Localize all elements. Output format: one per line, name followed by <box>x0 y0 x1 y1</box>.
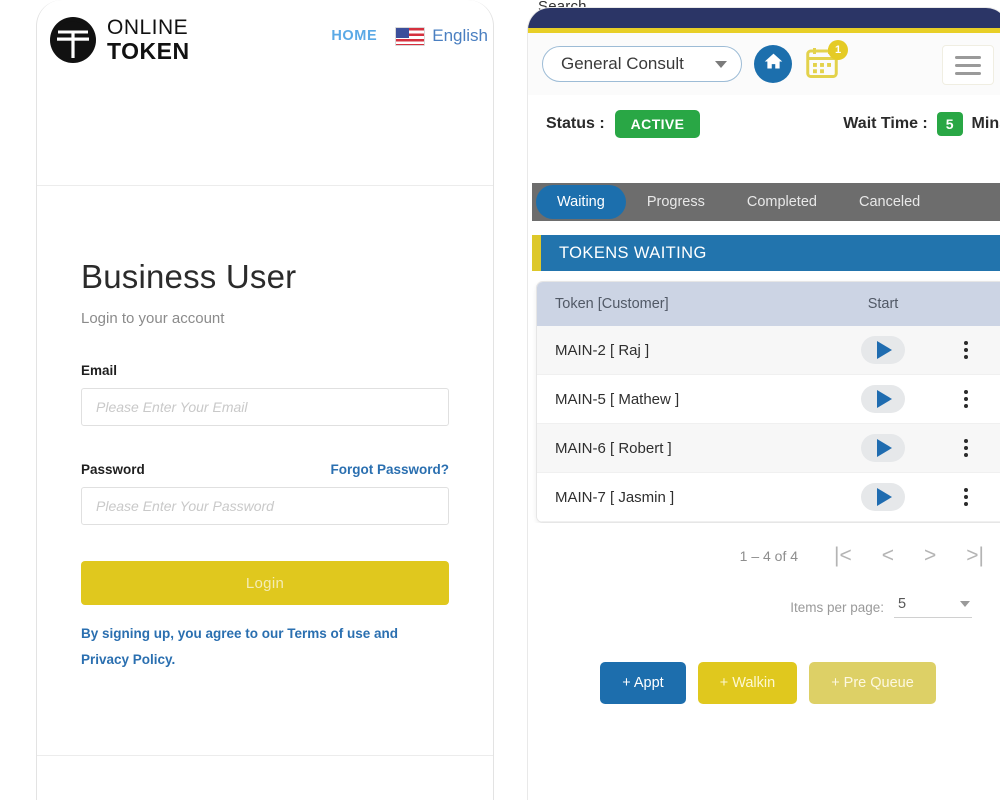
items-per-page-value: 5 <box>898 596 906 612</box>
us-flag-icon <box>395 27 425 46</box>
password-input[interactable] <box>81 487 449 525</box>
start-cell <box>823 483 943 511</box>
pagination-range: 1 – 4 of 4 <box>740 548 798 564</box>
add-walkin-button[interactable]: + Walkin <box>698 662 797 704</box>
email-label: Email <box>81 363 449 378</box>
department-value: General Consult <box>561 54 684 74</box>
prev-page-icon[interactable]: < <box>882 545 894 566</box>
app-toolbar: General Consult <box>528 33 1000 95</box>
start-cell <box>823 336 943 364</box>
toolbar-spacer <box>528 153 1000 183</box>
home-button[interactable] <box>754 45 792 83</box>
first-page-icon[interactable]: |< <box>834 545 852 566</box>
nav-home-link[interactable]: HOME <box>331 28 377 44</box>
status-badge: ACTIVE <box>615 110 701 138</box>
banner-title: TOKENS WAITING <box>559 244 707 263</box>
paginator: 1 – 4 of 4 |< < > >| Items per page: 5 <box>528 523 1000 618</box>
play-icon[interactable] <box>861 434 905 462</box>
tab-completed[interactable]: Completed <box>726 185 838 219</box>
kebab-menu-icon[interactable] <box>943 439 989 457</box>
brand-line-token: TOKEN <box>107 40 190 63</box>
last-page-icon[interactable]: >| <box>966 545 984 566</box>
pagination-arrows: |< < > >| <box>834 545 984 566</box>
tokens-table: Token [Customer] Start MAIN-2 [ Raj ] MA… <box>536 281 1000 523</box>
language-label: English <box>432 26 488 46</box>
token-label: MAIN-5 [ Mathew ] <box>555 391 823 408</box>
next-page-icon[interactable]: > <box>924 545 936 566</box>
wait-time-value: 5 <box>937 112 963 136</box>
calendar-button[interactable]: 1 <box>804 45 842 83</box>
password-label: Password <box>81 462 145 477</box>
items-per-page-select[interactable]: 5 <box>894 596 972 618</box>
status-tabs: Waiting Progress Completed Canceled <box>532 183 1000 221</box>
table-row[interactable]: MAIN-2 [ Raj ] <box>537 326 1000 375</box>
token-label: MAIN-2 [ Raj ] <box>555 342 823 359</box>
brand-logo: ONLINE TOKEN <box>47 14 190 66</box>
tab-canceled[interactable]: Canceled <box>838 185 941 219</box>
wait-time-group: Wait Time : 5 Mins <box>843 112 1000 136</box>
chevron-down-icon <box>960 601 970 607</box>
brand-line-online: ONLINE <box>107 17 190 38</box>
password-field-block: Password Forgot Password? <box>81 462 449 525</box>
table-header-row: Token [Customer] Start <box>537 282 1000 326</box>
chevron-down-icon <box>715 61 727 68</box>
screenshot-root: ONLINE TOKEN HOME English Business User … <box>0 0 1000 800</box>
terms-and-privacy-text[interactable]: By signing up, you agree to our Terms of… <box>81 621 449 674</box>
app-navy-bar <box>528 8 1000 28</box>
wait-time-unit: Mins <box>972 115 1000 133</box>
status-label: Status : <box>546 115 605 133</box>
table-row[interactable]: MAIN-6 [ Robert ] <box>537 424 1000 473</box>
token-logo-icon <box>47 14 99 66</box>
wait-time-label: Wait Time : <box>843 115 927 133</box>
login-form: Business User Login to your account Emai… <box>37 186 493 674</box>
top-nav: HOME English <box>331 26 494 46</box>
department-select[interactable]: General Consult <box>542 46 742 82</box>
tokens-waiting-banner: TOKENS WAITING <box>532 235 1000 271</box>
add-pre-queue-button[interactable]: + Pre Queue <box>809 662 936 704</box>
login-header: ONLINE TOKEN HOME English <box>37 0 493 186</box>
forgot-password-link[interactable]: Forgot Password? <box>330 462 449 477</box>
tab-waiting[interactable]: Waiting <box>536 185 626 219</box>
email-field-block: Email <box>81 363 449 426</box>
queue-app-panel: General Consult <box>528 8 1000 800</box>
kebab-menu-icon[interactable] <box>943 341 989 359</box>
email-input[interactable] <box>81 388 449 426</box>
start-cell <box>823 434 943 462</box>
items-per-page-label: Items per page: <box>790 600 884 615</box>
login-button[interactable]: Login <box>81 561 449 605</box>
status-row: Status : ACTIVE Wait Time : 5 Mins <box>528 95 1000 153</box>
language-selector[interactable]: English <box>395 26 494 46</box>
play-icon[interactable] <box>861 483 905 511</box>
start-cell <box>823 385 943 413</box>
add-appointment-button[interactable]: + Appt <box>600 662 686 704</box>
footer-divider <box>37 755 493 756</box>
action-buttons: + Appt + Walkin + Pre Queue <box>528 618 1000 704</box>
column-header-start: Start <box>823 296 943 312</box>
login-panel: ONLINE TOKEN HOME English Business User … <box>36 0 494 800</box>
calendar-icon <box>804 68 840 85</box>
home-icon <box>763 51 784 77</box>
kebab-menu-icon[interactable] <box>943 390 989 408</box>
page-subtitle: Login to your account <box>81 310 449 327</box>
hamburger-menu-icon[interactable] <box>942 45 994 85</box>
token-label: MAIN-7 [ Jasmin ] <box>555 489 823 506</box>
column-header-token: Token [Customer] <box>555 296 823 312</box>
brand-wordmark: ONLINE TOKEN <box>107 17 190 63</box>
tab-progress[interactable]: Progress <box>626 185 726 219</box>
token-label: MAIN-6 [ Robert ] <box>555 440 823 457</box>
table-row[interactable]: MAIN-5 [ Mathew ] <box>537 375 1000 424</box>
table-row[interactable]: MAIN-7 [ Jasmin ] <box>537 473 1000 522</box>
banner-wrap: TOKENS WAITING <box>528 221 1000 271</box>
kebab-menu-icon[interactable] <box>943 488 989 506</box>
calendar-badge-count: 1 <box>828 40 848 60</box>
play-icon[interactable] <box>861 336 905 364</box>
page-title: Business User <box>81 258 449 296</box>
play-icon[interactable] <box>861 385 905 413</box>
